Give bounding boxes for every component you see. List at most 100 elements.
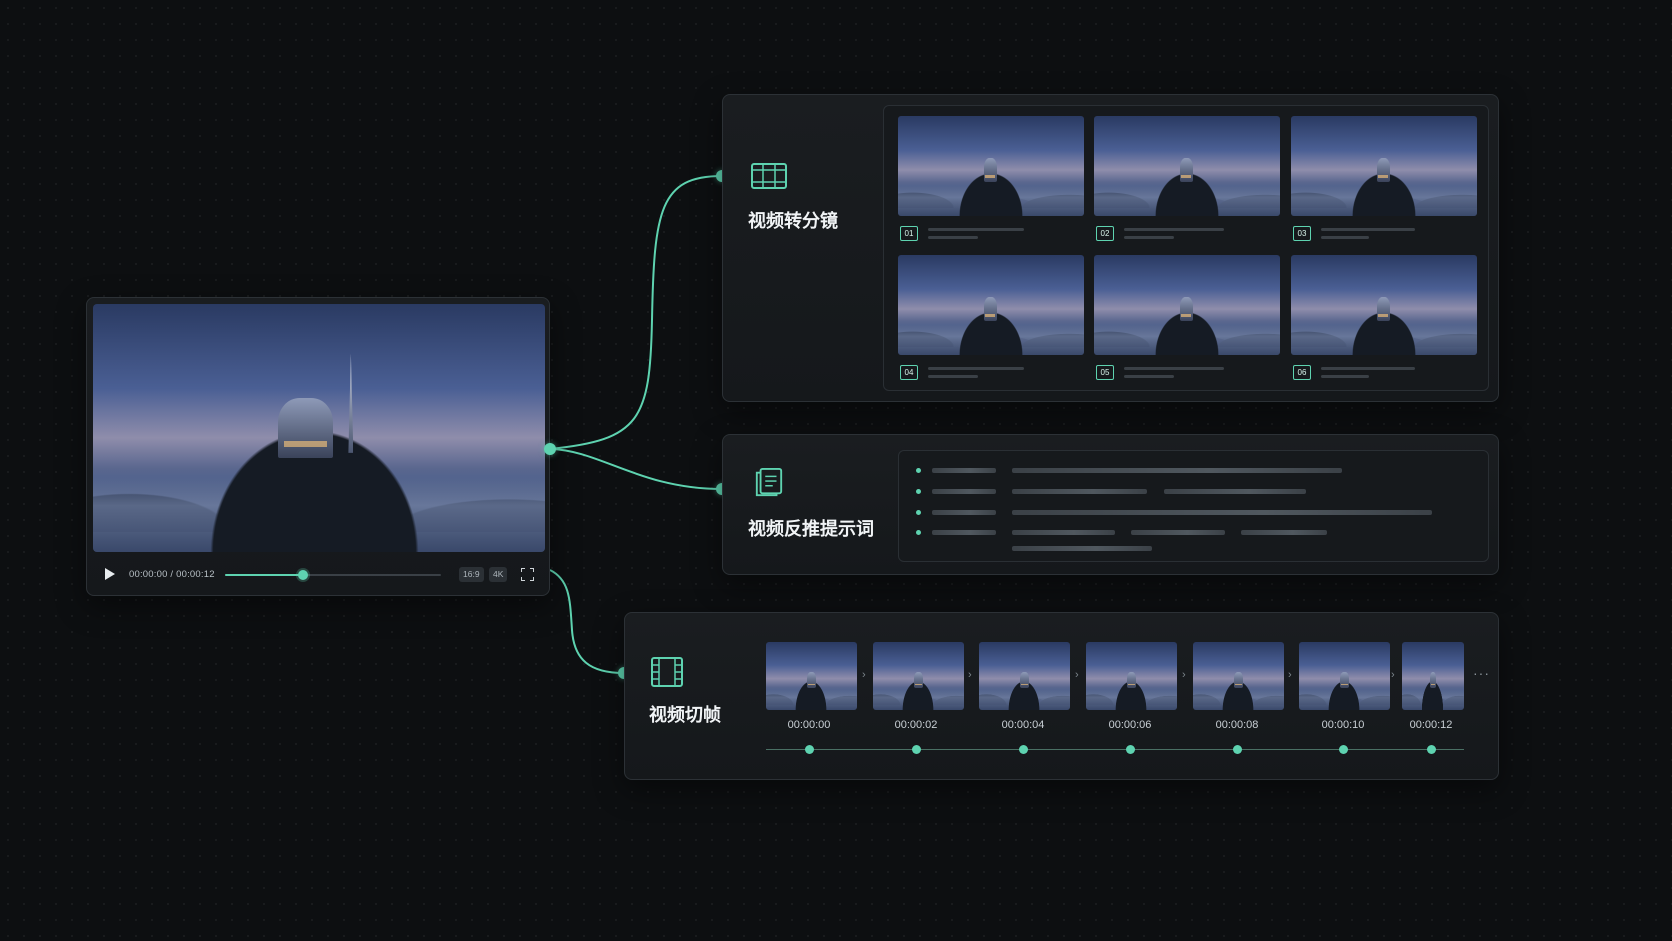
shot-number: 01 bbox=[900, 226, 918, 241]
frame-timestamp: 00:00:12 bbox=[1409, 719, 1453, 731]
storyboard-shot[interactable]: 06 bbox=[1291, 255, 1477, 380]
prompt-text-line bbox=[932, 530, 996, 535]
frame-timestamp: 00:00:08 bbox=[1215, 719, 1259, 731]
chevron-right-icon: › bbox=[1075, 669, 1079, 681]
prompt-text-line bbox=[932, 468, 996, 473]
chevron-right-icon: › bbox=[1182, 669, 1186, 681]
storyboard-shot[interactable]: 05 bbox=[1094, 255, 1280, 380]
storyboard-shot[interactable]: 03 bbox=[1291, 116, 1477, 241]
frames-title: 视频切帧 bbox=[649, 705, 721, 725]
link-to-prompt bbox=[549, 448, 723, 490]
timeline-marker[interactable] bbox=[804, 745, 814, 754]
shot-caption-line bbox=[1124, 236, 1174, 239]
timeline-marker[interactable] bbox=[1426, 745, 1436, 754]
shot-caption-line bbox=[1124, 228, 1224, 231]
frame-timeline bbox=[766, 749, 1464, 750]
more-icon[interactable]: ··· bbox=[1473, 665, 1490, 681]
shot-caption-line bbox=[1321, 367, 1415, 370]
shot-thumbnail bbox=[1291, 255, 1477, 355]
reverse-prompt-card[interactable]: 视频反推提示词 bbox=[722, 434, 1499, 575]
video-player[interactable]: 00:00:00 / 00:00:12 16:9 4K bbox=[86, 297, 550, 596]
frame-thumbnail[interactable] bbox=[873, 642, 964, 710]
prompt-text-line bbox=[1241, 530, 1327, 535]
shot-caption-line bbox=[1124, 375, 1174, 378]
frame-thumbnail[interactable] bbox=[979, 642, 1070, 710]
film-strip-icon bbox=[751, 163, 787, 189]
prompt-text-line bbox=[1012, 510, 1432, 515]
shot-thumbnail bbox=[1094, 116, 1280, 216]
prompt-bullet bbox=[916, 530, 921, 535]
timeline-marker[interactable] bbox=[1338, 745, 1348, 754]
storyboard-shot[interactable]: 04 bbox=[898, 255, 1084, 380]
shot-number: 04 bbox=[900, 365, 918, 380]
player-output-port[interactable] bbox=[544, 443, 556, 455]
prompt-text-line bbox=[932, 489, 996, 494]
frame-thumbnail[interactable] bbox=[766, 642, 857, 710]
frame-thumbnail[interactable] bbox=[1193, 642, 1284, 710]
shot-thumbnail bbox=[1291, 116, 1477, 216]
shot-caption-line bbox=[928, 375, 978, 378]
prompt-text-line bbox=[1012, 546, 1152, 551]
storyboard-shot[interactable]: 02 bbox=[1094, 116, 1280, 241]
shot-number: 03 bbox=[1293, 226, 1311, 241]
storyboard-grid: 01 02 03 04 05 06 bbox=[883, 105, 1489, 391]
prompt-text-area bbox=[898, 450, 1489, 562]
prompt-title: 视频反推提示词 bbox=[748, 519, 874, 539]
chevron-right-icon: › bbox=[968, 669, 972, 681]
prompt-bullet bbox=[916, 468, 921, 473]
prompt-text-line bbox=[1012, 468, 1342, 473]
shot-caption-line bbox=[928, 367, 1024, 370]
seek-bar[interactable] bbox=[225, 570, 441, 580]
shot-number: 06 bbox=[1293, 365, 1311, 380]
frame-thumbnail[interactable] bbox=[1299, 642, 1390, 710]
shot-caption-line bbox=[1321, 228, 1415, 231]
shot-caption-line bbox=[1124, 367, 1224, 370]
film-frames-icon bbox=[651, 657, 683, 687]
prompt-text-line bbox=[1164, 489, 1306, 494]
play-icon[interactable] bbox=[105, 568, 115, 580]
timeline-marker[interactable] bbox=[1125, 745, 1135, 754]
storyboard-title: 视频转分镜 bbox=[748, 211, 838, 231]
fullscreen-icon[interactable] bbox=[521, 568, 534, 581]
timeline-marker[interactable] bbox=[911, 745, 921, 754]
shot-caption-line bbox=[1321, 375, 1369, 378]
shot-thumbnail bbox=[898, 116, 1084, 216]
player-timecode: 00:00:00 / 00:00:12 bbox=[129, 569, 215, 580]
shot-number: 02 bbox=[1096, 226, 1114, 241]
shot-caption-line bbox=[1321, 236, 1369, 239]
preview-observatory bbox=[278, 398, 333, 458]
player-controls: 00:00:00 / 00:00:12 16:9 4K bbox=[87, 560, 551, 590]
frame-timestamp: 00:00:02 bbox=[894, 719, 938, 731]
prompt-bullet bbox=[916, 510, 921, 515]
frame-extraction-card[interactable]: 视频切帧 › › › › › › ··· 00:00:00 00:00:02 0… bbox=[624, 612, 1499, 780]
chevron-right-icon: › bbox=[1391, 669, 1395, 681]
seek-handle[interactable] bbox=[297, 570, 308, 580]
prompt-text-line bbox=[1012, 530, 1115, 535]
prompt-bullet bbox=[916, 489, 921, 494]
seek-fill bbox=[225, 574, 303, 576]
shot-number: 05 bbox=[1096, 365, 1114, 380]
prompt-text-line bbox=[1012, 489, 1147, 494]
frame-timestamp: 00:00:00 bbox=[787, 719, 831, 731]
timeline-marker[interactable] bbox=[1018, 745, 1028, 754]
timeline-marker[interactable] bbox=[1232, 745, 1242, 754]
aspect-ratio-badge[interactable]: 16:9 bbox=[459, 567, 484, 582]
shot-caption-line bbox=[928, 236, 978, 239]
frame-timestamp: 00:00:06 bbox=[1108, 719, 1152, 731]
frame-thumbnail[interactable] bbox=[1402, 642, 1464, 710]
storyboard-shot[interactable]: 01 bbox=[898, 116, 1084, 241]
document-icon bbox=[755, 467, 783, 497]
chevron-right-icon: › bbox=[862, 669, 866, 681]
frame-timestamp: 00:00:10 bbox=[1321, 719, 1365, 731]
chevron-right-icon: › bbox=[1288, 669, 1292, 681]
frame-timestamp: 00:00:04 bbox=[1001, 719, 1045, 731]
workflow-canvas: 00:00:00 / 00:00:12 16:9 4K 视频转分镜 01 02 … bbox=[0, 0, 1672, 941]
shot-thumbnail bbox=[1094, 255, 1280, 355]
link-to-storyboard bbox=[549, 175, 723, 450]
frame-thumbnail[interactable] bbox=[1086, 642, 1177, 710]
resolution-badge[interactable]: 4K bbox=[489, 567, 508, 582]
storyboard-card[interactable]: 视频转分镜 01 02 03 04 05 06 bbox=[722, 94, 1499, 402]
shot-caption-line bbox=[928, 228, 1024, 231]
video-preview[interactable] bbox=[93, 304, 545, 552]
prompt-text-line bbox=[1131, 530, 1225, 535]
